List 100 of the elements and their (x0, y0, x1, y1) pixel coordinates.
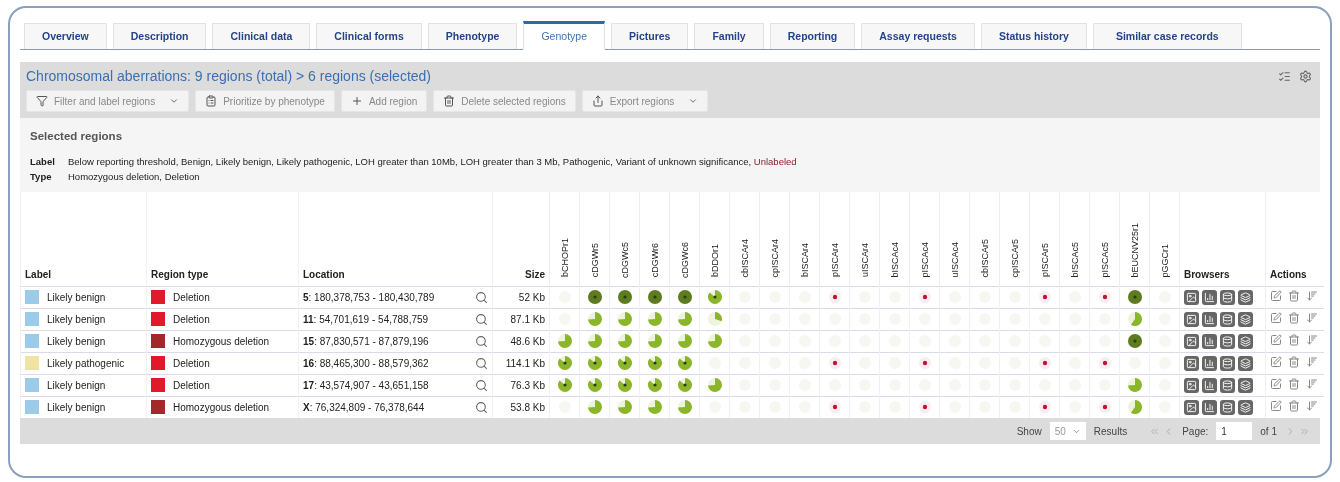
layers-browser-icon[interactable] (1238, 399, 1253, 415)
image-browser-icon[interactable] (1184, 377, 1199, 393)
tab[interactable]: Similar case records (1092, 23, 1242, 49)
edit-icon[interactable] (1270, 378, 1282, 390)
image-browser-icon[interactable] (1184, 355, 1199, 371)
size-cell: 87.1 Kb (492, 308, 550, 330)
search-icon[interactable] (475, 378, 488, 392)
sample-header: uISCAc4 (949, 241, 960, 278)
chart-browser-icon[interactable] (1202, 289, 1217, 305)
edit-icon[interactable] (1270, 334, 1282, 346)
chart-browser-icon[interactable] (1202, 377, 1217, 393)
sample-header: bISCAc4 (889, 241, 900, 278)
edit-icon[interactable] (1270, 312, 1282, 324)
trash-icon[interactable] (1288, 400, 1300, 413)
panel-title: Chromosomal aberrations: 9 regions (total) > 6 regions (selected) (26, 68, 432, 84)
image-browser-icon[interactable] (1184, 399, 1199, 415)
sort-icon[interactable] (1306, 400, 1318, 413)
database-browser-icon[interactable] (1220, 377, 1235, 393)
layers-browser-icon[interactable] (1238, 289, 1253, 305)
sort-icon[interactable] (1306, 312, 1318, 324)
tab[interactable]: Reporting (769, 23, 856, 49)
column-header: Browsers (1179, 192, 1266, 286)
sort-icon[interactable] (1306, 356, 1318, 368)
sample-header: cDGWc5 (619, 241, 630, 278)
trash-icon[interactable] (1288, 312, 1300, 324)
edit-icon[interactable] (1270, 356, 1282, 368)
layers-browser-icon[interactable] (1238, 377, 1253, 393)
marker-dot-icon (916, 289, 933, 305)
sample-header: cbISCAr4 (739, 239, 750, 278)
region-type-text: Deletion (173, 357, 210, 369)
trash-icon[interactable] (1288, 378, 1300, 390)
layers-browser-icon[interactable] (1238, 311, 1253, 327)
trash-icon[interactable] (1288, 334, 1300, 346)
score-pie-icon (1126, 399, 1143, 416)
score-pie-icon (676, 289, 693, 305)
sample-header: bEUCNV25r1 (1129, 222, 1140, 278)
add-icon (350, 95, 363, 107)
page-label: Page: (1182, 425, 1209, 437)
search-icon[interactable] (475, 400, 488, 414)
chart-browser-icon[interactable] (1202, 355, 1217, 371)
chart-browser-icon[interactable] (1202, 399, 1217, 415)
edit-icon[interactable] (1270, 290, 1282, 302)
tab[interactable]: Overview (24, 23, 107, 49)
image-browser-icon[interactable] (1184, 289, 1199, 305)
page-field[interactable]: 1 (1216, 422, 1253, 440)
sample-header: bISCAc5 (1069, 241, 1080, 278)
column-header: Region type (146, 192, 299, 286)
score-pie-icon (646, 399, 663, 416)
filter-name: Label (30, 156, 56, 167)
database-browser-icon[interactable] (1220, 311, 1235, 327)
tab[interactable]: Family (694, 23, 764, 49)
search-icon[interactable] (475, 334, 488, 348)
tab[interactable]: Genotype (523, 21, 605, 50)
layers-browser-icon[interactable] (1238, 333, 1253, 349)
tab[interactable]: Clinical forms (316, 23, 422, 49)
tab[interactable]: Status history (980, 23, 1087, 49)
score-pie-icon (676, 333, 693, 349)
trash-icon[interactable] (1288, 290, 1300, 302)
sample-header: cpISCAr4 (769, 239, 780, 278)
marker-dot-icon (826, 355, 843, 371)
score-pie-icon (646, 333, 663, 349)
image-browser-icon[interactable] (1184, 333, 1199, 349)
database-browser-icon[interactable] (1220, 399, 1235, 415)
sort-icon[interactable] (1306, 378, 1318, 390)
column-list-icon[interactable] (1278, 69, 1291, 83)
chart-browser-icon[interactable] (1202, 311, 1217, 327)
score-pie-icon (676, 377, 693, 393)
tab[interactable]: Assay requests (861, 23, 975, 49)
search-icon[interactable] (475, 290, 488, 304)
sample-header: cDGWr5 (589, 243, 600, 278)
filter-values: Homozygous deletion, Deletion (68, 171, 201, 182)
score-pie-icon (616, 399, 633, 416)
search-icon[interactable] (475, 356, 488, 370)
database-browser-icon[interactable] (1220, 333, 1235, 349)
database-browser-icon[interactable] (1220, 355, 1235, 371)
tab[interactable]: Clinical data (212, 23, 311, 49)
location-text: 15: 87,830,571 - 87,879,196 (303, 335, 429, 347)
sample-header: bDDOr1 (709, 244, 720, 278)
score-pie-icon (556, 333, 573, 349)
sort-icon[interactable] (1306, 290, 1318, 302)
search-icon[interactable] (475, 312, 488, 326)
image-browser-icon[interactable] (1184, 311, 1199, 327)
edit-icon[interactable] (1270, 400, 1282, 413)
chart-browser-icon[interactable] (1202, 333, 1217, 349)
score-pie-icon (676, 355, 693, 371)
tab[interactable]: Phenotype (427, 23, 518, 49)
sample-header: pISCAc5 (1099, 241, 1110, 278)
tab[interactable]: Description (112, 23, 207, 49)
trash-icon[interactable] (1288, 356, 1300, 368)
location-text: X: 76,324,809 - 76,378,644 (303, 401, 425, 413)
settings-icon[interactable] (1299, 69, 1312, 83)
marker-dot-icon (826, 289, 843, 305)
sort-icon[interactable] (1306, 334, 1318, 346)
location-text: 11: 54,701,619 - 54,788,759 (303, 313, 429, 325)
database-browser-icon[interactable] (1220, 289, 1235, 305)
score-pie-icon (586, 311, 603, 327)
tab[interactable]: Pictures (611, 23, 689, 49)
sample-header: cbISCAr5 (979, 239, 990, 278)
region-type-text: Deletion (173, 291, 210, 303)
layers-browser-icon[interactable] (1238, 355, 1253, 371)
